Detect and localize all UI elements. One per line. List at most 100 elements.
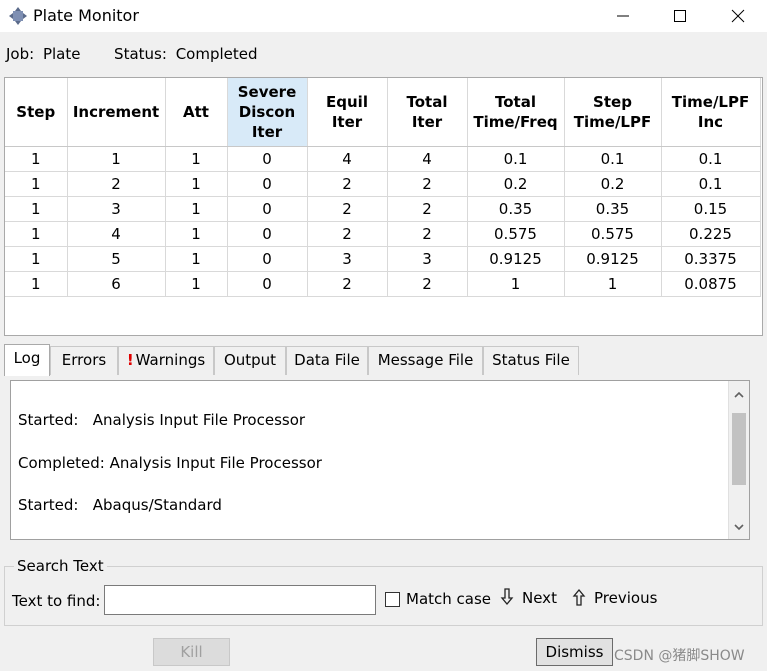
column-header[interactable]: Step Time/LPF xyxy=(564,78,662,147)
tab-errors-label: Errors xyxy=(61,351,107,369)
log-text-area[interactable]: Started: Analysis Input File Processor C… xyxy=(10,380,750,540)
table-cell: 2 xyxy=(387,196,468,222)
tab-status-file[interactable]: Status File xyxy=(483,346,579,375)
tab-message-file-label: Message File xyxy=(377,351,474,369)
log-scrollbar[interactable] xyxy=(728,381,749,539)
table-cell: 0 xyxy=(227,246,308,272)
status-value: Completed xyxy=(175,45,258,63)
table-cell: 2 xyxy=(307,221,388,247)
table-row[interactable]: 1 4 1 0 2 2 0.575 0.575 0.225 xyxy=(5,221,761,247)
scroll-up-icon[interactable] xyxy=(732,387,746,403)
tab-log[interactable]: Log xyxy=(4,344,50,376)
table-row[interactable]: 1 5 1 0 3 3 0.9125 0.9125 0.3375 xyxy=(5,246,761,272)
column-header[interactable]: Total Iter xyxy=(387,78,468,147)
table-cell: 1 xyxy=(5,196,68,222)
table-cell: 2 xyxy=(307,196,388,222)
table-cell: 0 xyxy=(227,271,308,297)
column-header-line: Time/Freq xyxy=(473,113,558,131)
app-icon xyxy=(9,7,27,25)
column-header[interactable]: Increment xyxy=(67,78,166,147)
column-header-line: Step xyxy=(593,93,632,111)
search-text-legend: Search Text xyxy=(14,557,107,575)
column-header[interactable]: Step xyxy=(5,78,68,147)
tab-data-file-label: Data File xyxy=(294,351,360,369)
kill-button[interactable]: Kill xyxy=(153,638,230,666)
close-icon xyxy=(731,9,745,23)
tab-data-file[interactable]: Data File xyxy=(286,346,368,375)
column-header-line: Step xyxy=(16,103,56,121)
table-cell: 1 xyxy=(5,171,68,197)
maximize-button[interactable] xyxy=(656,0,704,32)
tab-errors[interactable]: Errors xyxy=(50,346,118,375)
match-case-label[interactable]: Match case xyxy=(406,590,491,608)
dismiss-button[interactable]: Dismiss xyxy=(536,638,613,666)
table-cell: 0.225 xyxy=(661,221,761,247)
tab-status-file-label: Status File xyxy=(492,351,570,369)
arrow-down-icon xyxy=(500,588,514,606)
table-cell: 3 xyxy=(387,246,468,272)
close-button[interactable] xyxy=(714,0,762,32)
maximize-icon xyxy=(674,10,686,22)
table-row[interactable]: 1 2 1 0 2 2 0.2 0.2 0.1 xyxy=(5,171,761,197)
scroll-down-icon[interactable] xyxy=(732,519,746,535)
increment-table[interactable]: Step Increment Att Severe Discon Iter Equil Ite… xyxy=(4,77,763,336)
table-cell: 0.9125 xyxy=(564,246,662,272)
table-row[interactable]: 1 3 1 0 2 2 0.35 0.35 0.15 xyxy=(5,196,761,222)
table-cell: 2 xyxy=(387,271,468,297)
table-row[interactable]: 1 6 1 0 2 2 1 1 0.0875 xyxy=(5,271,761,297)
column-header-line: Increment xyxy=(72,103,160,121)
column-header-line: Time/LPF xyxy=(671,93,750,111)
previous-button[interactable]: Previous xyxy=(572,588,657,612)
column-header-line: Iter xyxy=(251,123,283,141)
previous-label: Previous xyxy=(594,589,658,607)
tab-output-label: Output xyxy=(223,351,277,369)
table-cell: 0.1 xyxy=(467,146,565,172)
column-header-line: Discon xyxy=(238,103,296,121)
window-title: Plate Monitor xyxy=(33,6,139,25)
table-cell: 0.1 xyxy=(661,171,761,197)
table-cell: 1 xyxy=(165,271,228,297)
table-cell: 0.575 xyxy=(564,221,662,247)
column-header-line: Time/LPF xyxy=(573,113,652,131)
column-header[interactable]: Att xyxy=(165,78,228,147)
table-cell: 0.15 xyxy=(661,196,761,222)
tab-message-file[interactable]: Message File xyxy=(368,346,483,375)
next-button[interactable]: Next xyxy=(500,588,557,612)
table-cell: 1 xyxy=(5,271,68,297)
column-header[interactable]: Total Time/Freq xyxy=(467,78,565,147)
minimize-button[interactable] xyxy=(599,0,647,32)
column-header-line: Equil xyxy=(326,93,368,111)
table-cell: 2 xyxy=(387,221,468,247)
table-cell: 1 xyxy=(165,146,228,172)
table-cell: 1 xyxy=(5,146,68,172)
table-cell: 1 xyxy=(165,221,228,247)
table-cell: 1 xyxy=(165,196,228,222)
table-cell: 0.35 xyxy=(467,196,565,222)
scroll-thumb[interactable] xyxy=(732,413,746,485)
column-header-line: Att xyxy=(183,103,209,121)
arrow-up-icon xyxy=(572,588,586,606)
column-header[interactable]: Time/LPF Inc xyxy=(661,78,761,147)
table-cell: 0.3375 xyxy=(661,246,761,272)
column-header-line: Inc xyxy=(697,113,724,131)
column-header[interactable]: Equil Iter xyxy=(307,78,388,147)
table-cell: 6 xyxy=(67,271,166,297)
table-row[interactable]: 1 1 1 0 4 4 0.1 0.1 0.1 xyxy=(5,146,761,172)
tab-output[interactable]: Output xyxy=(214,346,286,375)
tab-warnings[interactable]: ! Warnings xyxy=(118,346,214,375)
table-cell: 4 xyxy=(387,146,468,172)
minimize-icon xyxy=(617,15,629,17)
job-status-line: Job: Plate Status: Completed xyxy=(6,45,262,63)
column-header[interactable]: Severe Discon Iter xyxy=(227,78,308,147)
table-cell: 0 xyxy=(227,221,308,247)
column-header-line: Total xyxy=(495,93,536,111)
find-input[interactable] xyxy=(104,585,376,615)
table-cell: 1 xyxy=(5,246,68,272)
table-cell: 1 xyxy=(564,271,662,297)
warning-mark-icon: ! xyxy=(126,351,134,369)
match-case-checkbox[interactable] xyxy=(385,592,400,607)
find-label: Text to find: xyxy=(12,592,101,610)
job-label: Job: xyxy=(6,45,35,63)
table-cell: 0.0875 xyxy=(661,271,761,297)
table-cell: 1 xyxy=(467,271,565,297)
